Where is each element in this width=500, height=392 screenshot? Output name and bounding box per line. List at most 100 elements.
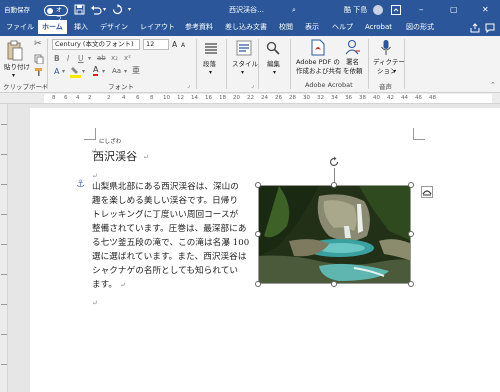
subscript-button[interactable]: x₂ — [111, 54, 118, 63]
search-icon[interactable]: ⌕ — [292, 4, 296, 16]
cut-icon[interactable]: ✂ — [34, 40, 42, 49]
tab-acrobat[interactable]: Acrobat — [365, 20, 392, 36]
body-line[interactable]: トレッキングに丁度いい周回コースが — [92, 209, 238, 222]
font-launcher-icon[interactable]: ⌟ — [187, 81, 190, 90]
body-line[interactable]: 選に選ばれています。また、西沢渓谷は — [92, 251, 246, 264]
waterfall-photo[interactable] — [258, 185, 411, 284]
document-title[interactable]: 西沢渓谷 — [93, 149, 137, 164]
styles-launcher-icon[interactable]: ⌟ — [251, 81, 254, 90]
edit-dropdown-icon[interactable]: ▾ — [273, 68, 276, 77]
separator — [196, 39, 197, 89]
horizontal-ruler[interactable]: 8 6 4 2 2 4 6 8 10 12 14 16 18 20 22 24 … — [44, 94, 492, 103]
restore-icon[interactable]: ▢ — [450, 4, 458, 16]
ruby-button[interactable]: 亜 — [132, 66, 140, 75]
paragraph-dropdown-icon[interactable]: ▾ — [209, 68, 212, 77]
tab-mailings[interactable]: 差し込み文書 — [225, 20, 267, 36]
underline-dropdown-icon[interactable]: ▾ — [88, 54, 91, 63]
superscript-button[interactable]: x² — [124, 54, 131, 63]
underline-button[interactable]: U — [78, 54, 84, 63]
create-pdf-icon[interactable] — [311, 39, 325, 56]
resize-handle[interactable] — [331, 182, 337, 188]
tab-design[interactable]: デザイン — [100, 20, 128, 36]
rotate-handle-icon[interactable] — [328, 156, 340, 168]
paragraph-icon[interactable] — [203, 41, 219, 57]
vertical-ruler[interactable] — [0, 104, 8, 392]
collapse-ribbon-icon[interactable]: ⌃ — [490, 81, 496, 90]
tab-layout[interactable]: レイアウト — [140, 20, 175, 36]
format-painter-icon[interactable] — [34, 67, 44, 77]
dictation-dropdown-icon[interactable]: ▾ — [393, 67, 396, 76]
save-icon[interactable] — [74, 4, 85, 15]
shrink-font-icon[interactable]: A — [181, 41, 185, 50]
body-line[interactable]: 山梨県北部にある西沢渓谷は、深山の — [92, 181, 239, 194]
avatar[interactable] — [373, 5, 383, 15]
paste-icon[interactable] — [6, 40, 24, 62]
paste-dropdown-icon[interactable]: ▾ — [12, 71, 15, 80]
body-line[interactable]: ます。 — [92, 279, 117, 292]
highlight-dropdown-icon[interactable]: ▾ — [82, 67, 85, 76]
undo-dropdown-icon[interactable]: ▾ — [103, 4, 106, 16]
find-icon[interactable] — [266, 41, 280, 55]
autosave-toggle[interactable]: オフ — [44, 5, 68, 23]
undo-icon[interactable] — [90, 4, 102, 15]
redo-icon[interactable] — [112, 4, 123, 15]
minimize-icon[interactable]: – — [419, 4, 424, 16]
ruler-label: 30 — [303, 95, 310, 101]
dictation-label[interactable]: ディクテー — [373, 58, 405, 67]
italic-button[interactable]: I — [67, 54, 69, 63]
create-pdf-label[interactable]: Adobe PDF の — [296, 58, 340, 67]
resize-handle[interactable] — [331, 281, 337, 287]
tab-home[interactable]: ホーム — [38, 20, 67, 36]
bold-button[interactable]: B — [54, 54, 60, 63]
resize-handle[interactable] — [408, 182, 414, 188]
request-signature-label[interactable]: 署名 — [346, 58, 359, 67]
ribbon-display-icon[interactable] — [391, 5, 401, 15]
body-line[interactable]: る七ツ釜五段の滝で、この滝は名瀑 100 — [92, 237, 249, 250]
resize-handle[interactable] — [255, 182, 261, 188]
user-name[interactable]: 酷 下島 — [344, 4, 367, 16]
resize-handle[interactable] — [255, 231, 261, 237]
grow-font-icon[interactable]: A — [172, 40, 177, 49]
text-effects-icon[interactable]: A — [54, 67, 59, 76]
paste-label[interactable]: 貼り付け — [4, 63, 30, 72]
ruler-label: 6 — [64, 95, 68, 101]
tab-insert[interactable]: 挿入 — [74, 20, 88, 36]
tab-help[interactable]: ヘルプ — [332, 20, 353, 36]
body-line[interactable]: 整備されています。圧巻は、最深部にあ — [92, 223, 246, 236]
styles-label[interactable]: スタイル — [232, 60, 258, 69]
strikethrough-button[interactable]: ab — [97, 54, 106, 63]
tab-review[interactable]: 校閲 — [279, 20, 293, 36]
quick-access-menu-icon[interactable]: ▾ — [128, 4, 131, 16]
share-icon[interactable] — [470, 23, 480, 33]
resize-handle[interactable] — [408, 281, 414, 287]
copy-icon[interactable] — [34, 54, 44, 64]
tab-picture-format[interactable]: 図の形式 — [406, 20, 434, 36]
tab-file[interactable]: ファイル — [6, 20, 34, 36]
pilcrow: ↵ — [92, 299, 98, 307]
highlight-icon[interactable] — [70, 66, 81, 78]
create-pdf-label-2[interactable]: 作成および共有 — [296, 67, 342, 76]
microphone-icon[interactable] — [380, 39, 392, 56]
font-color-dropdown-icon[interactable]: ▾ — [102, 67, 105, 76]
request-signature-label-2[interactable]: を依頼 — [343, 67, 363, 76]
body-line[interactable]: 趣を楽しめる美しい渓谷です。日帰り — [92, 195, 238, 208]
comments-icon[interactable] — [485, 23, 495, 33]
close-icon[interactable]: ✕ — [482, 4, 489, 16]
ruler-label: 36 — [345, 95, 352, 101]
layout-options-button[interactable] — [421, 186, 433, 198]
styles-dropdown-icon[interactable]: ▾ — [241, 68, 244, 77]
resize-handle[interactable] — [408, 231, 414, 237]
font-color-icon[interactable]: A — [93, 66, 99, 76]
change-case-dropdown-icon[interactable]: ▾ — [124, 67, 127, 76]
request-signature-icon[interactable] — [345, 39, 361, 56]
styles-icon[interactable] — [236, 40, 252, 56]
resize-handle[interactable] — [255, 281, 261, 287]
font-size-combo[interactable]: 12 — [143, 39, 169, 50]
tab-references[interactable]: 参考資料 — [185, 20, 213, 36]
font-name-combo[interactable]: Century (本文のフォント) — [52, 39, 140, 50]
text-effects-dropdown-icon[interactable]: ▾ — [62, 67, 65, 76]
clipboard-launcher-icon[interactable]: ⌟ — [41, 81, 44, 90]
tab-view[interactable]: 表示 — [305, 20, 319, 36]
change-case-button[interactable]: Aa — [112, 67, 121, 76]
body-line[interactable]: シャクナゲの名所としても知られてい — [92, 265, 238, 278]
